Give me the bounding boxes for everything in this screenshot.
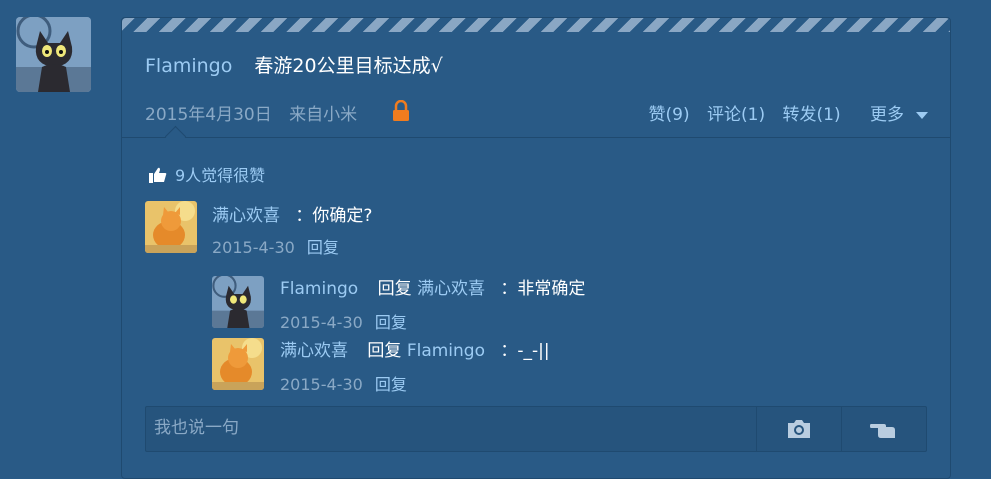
reply-avatar[interactable] (212, 338, 264, 390)
camera-button[interactable] (756, 407, 841, 451)
reply-target-link[interactable]: Flamingo (407, 341, 485, 361)
comment-date: 2015-4-30 (212, 238, 295, 257)
reply-meta: 2015-4-30 回复 (280, 309, 407, 333)
reply-author-link[interactable]: 满心欢喜 (280, 341, 348, 361)
card-stripe-border (122, 18, 950, 32)
more-label: 更多 (870, 105, 904, 125)
reply-line: 满心欢喜 回复 Flamingo ：-_-|| (280, 336, 550, 361)
cat-avatar-icon (212, 276, 264, 328)
comment-author-link[interactable]: 满心欢喜 (212, 206, 280, 226)
likes-summary-text: 9人觉得很赞 (175, 166, 266, 185)
reply-word: 回复 (367, 341, 402, 361)
more-menu[interactable]: 更多 (858, 105, 928, 125)
post-source: 来自小米 (289, 105, 358, 125)
reply-line: Flamingo 回复 满心欢喜 ：非常确定 (280, 274, 585, 299)
cat-avatar-icon (212, 338, 264, 390)
post-text: 春游20公里目标达成√ (254, 55, 443, 77)
reply-date: 2015-4-30 (280, 313, 363, 332)
divider-notch (164, 125, 187, 148)
caret-down-icon (916, 111, 928, 119)
post-author-link[interactable]: Flamingo (145, 55, 232, 77)
forward-link[interactable]: 转发(1) (783, 105, 841, 125)
likes-summary[interactable]: 9人觉得很赞 (149, 162, 265, 186)
comment-box (145, 406, 927, 452)
post-card: Flamingo 春游20公里目标达成√ 2015年4月30日 来自小米 赞(9… (121, 17, 951, 479)
reply-reply-link[interactable]: 回复 (375, 375, 407, 394)
post-actions: 赞(9) 评论(1) 转发(1) 更多 (637, 100, 928, 125)
camera-icon (788, 420, 810, 438)
cat-avatar-icon (145, 201, 197, 253)
poke-button[interactable] (841, 407, 926, 451)
comment-input[interactable] (146, 407, 762, 449)
comment-text: ：你确定? (295, 206, 373, 226)
reply-meta: 2015-4-30 回复 (280, 371, 407, 395)
lock-icon (393, 100, 409, 121)
post-header: Flamingo 春游20公里目标达成√ (145, 51, 443, 78)
comment-link[interactable]: 评论(1) (707, 105, 765, 125)
comment-avatar[interactable] (145, 201, 197, 253)
cat-avatar-icon (16, 17, 91, 92)
reply-target-link[interactable]: 满心欢喜 (417, 279, 485, 299)
reply-word: 回复 (377, 279, 412, 299)
post-meta: 2015年4月30日 来自小米 (145, 100, 369, 125)
thumbs-up-icon (149, 167, 167, 183)
comment-line: 满心欢喜 ：你确定? (212, 201, 372, 226)
divider (122, 137, 950, 138)
comment-meta: 2015-4-30 回复 (212, 234, 339, 258)
reply-text: ：-_-|| (500, 341, 550, 361)
reply-author-link[interactable]: Flamingo (280, 279, 358, 299)
reply-text: ：非常确定 (500, 279, 586, 299)
like-link[interactable]: 赞(9) (649, 105, 690, 125)
comment-reply-link[interactable]: 回复 (307, 238, 339, 257)
reply-avatar[interactable] (212, 276, 264, 328)
reply-reply-link[interactable]: 回复 (375, 313, 407, 332)
post-date: 2015年4月30日 (145, 105, 272, 125)
author-avatar[interactable] (16, 17, 91, 92)
pointing-hand-icon (870, 424, 895, 438)
reply-date: 2015-4-30 (280, 375, 363, 394)
